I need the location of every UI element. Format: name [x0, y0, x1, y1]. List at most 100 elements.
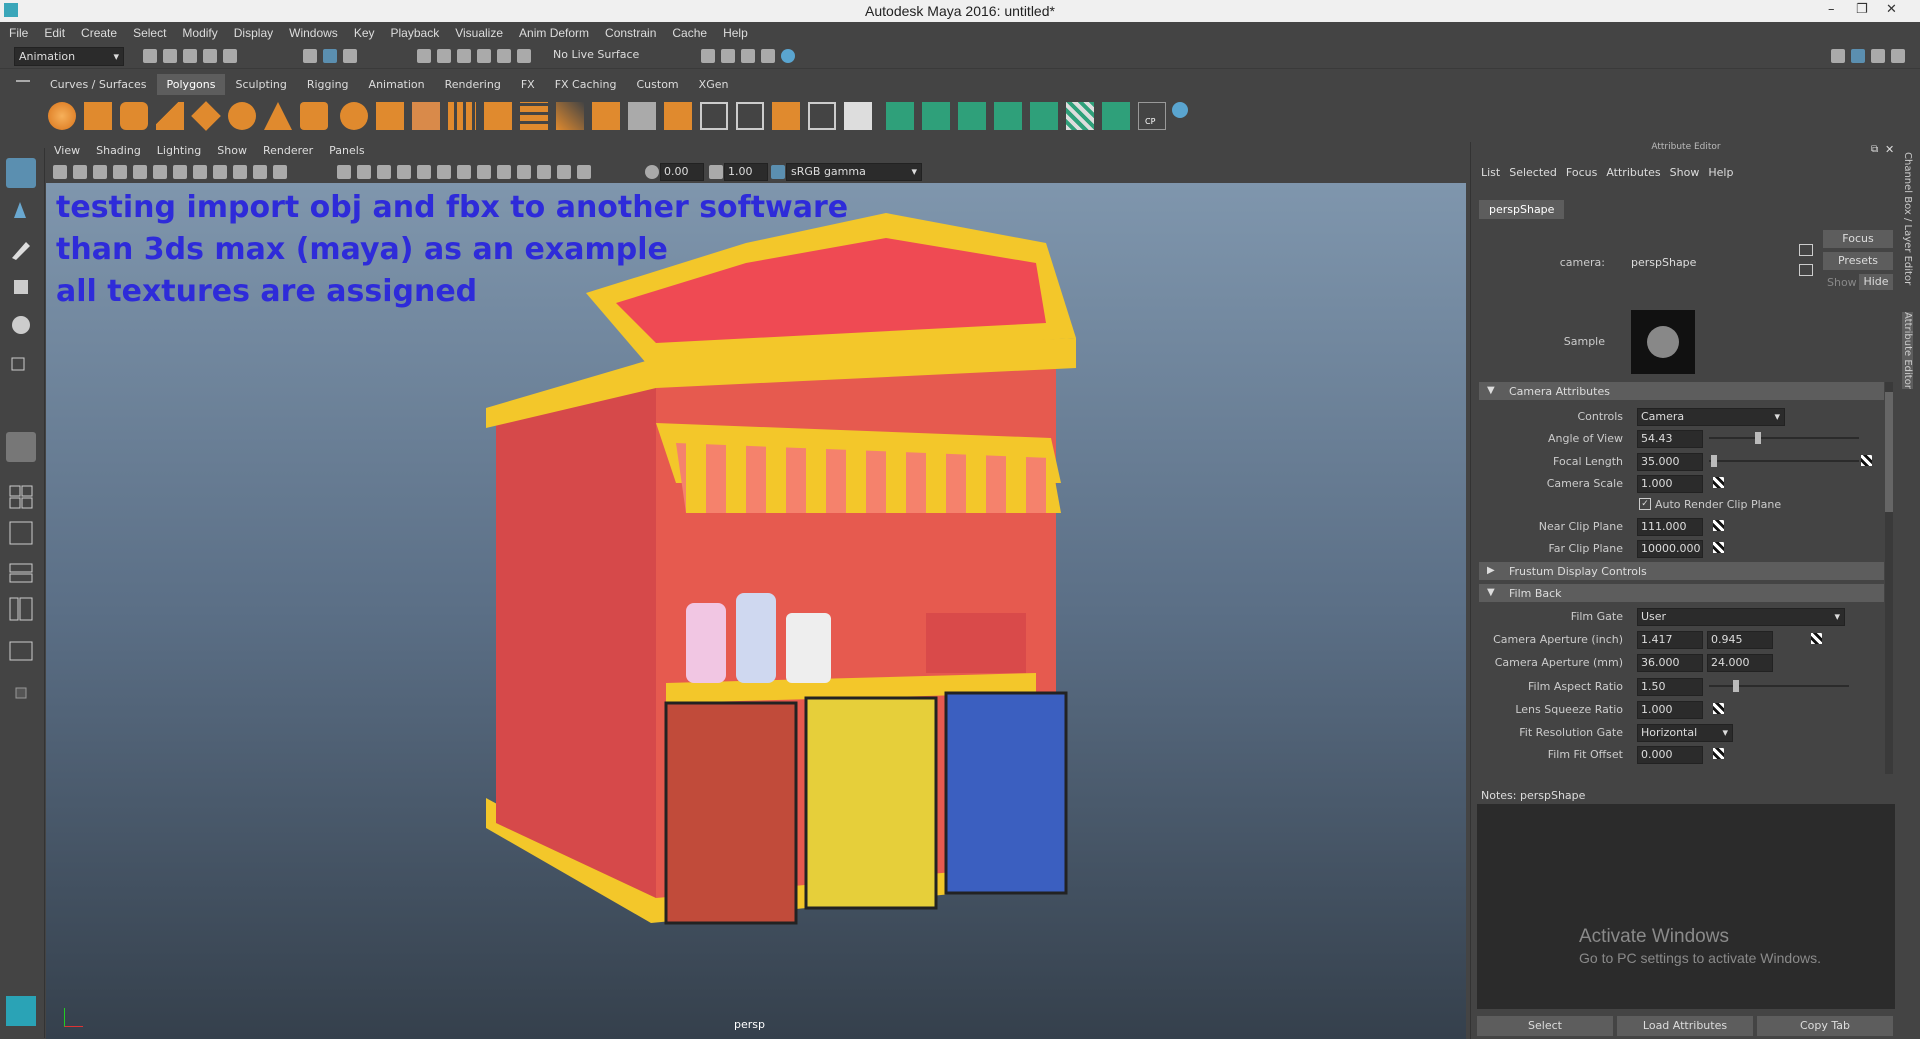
angle-of-view-slider-thumb[interactable]: [1755, 432, 1761, 444]
custom-layout-icon[interactable]: [6, 678, 36, 708]
ae-menu-selected[interactable]: Selected: [1509, 166, 1566, 179]
focal-length-slider[interactable]: [1709, 460, 1859, 462]
undo-icon[interactable]: [203, 49, 217, 63]
camera-scale-map-button[interactable]: [1713, 477, 1724, 488]
far-clip-map-button[interactable]: [1713, 542, 1724, 553]
focal-length-field[interactable]: 35.000: [1637, 453, 1703, 471]
cylindrical-uv-icon[interactable]: [922, 102, 950, 130]
render-frame-icon[interactable]: [721, 49, 735, 63]
automatic-uv-icon[interactable]: [994, 102, 1022, 130]
move-tool-icon[interactable]: [6, 272, 36, 302]
menu-select[interactable]: Select: [124, 22, 173, 40]
viewport-menu-panels[interactable]: Panels: [321, 142, 372, 157]
snap-view-icon[interactable]: [477, 49, 491, 63]
focus-output-icon[interactable]: [1799, 264, 1813, 276]
snap-point-icon[interactable]: [457, 49, 471, 63]
snap-live-icon[interactable]: [517, 49, 531, 63]
tab-rigging[interactable]: Rigging: [297, 74, 359, 95]
menu-anim-deform[interactable]: Anim Deform: [510, 22, 596, 40]
select-tool-icon[interactable]: [6, 158, 36, 188]
ae-menu-focus[interactable]: Focus: [1566, 166, 1606, 179]
copy-tab-button[interactable]: Copy Tab: [1757, 1016, 1893, 1036]
tab-sculpting[interactable]: Sculpting: [225, 74, 296, 95]
bool-difference-icon[interactable]: [520, 102, 548, 130]
save-scene-icon[interactable]: [183, 49, 197, 63]
tab-xgen[interactable]: XGen: [689, 74, 739, 95]
bookmark-icon[interactable]: [93, 165, 107, 179]
image-plane-icon[interactable]: [113, 165, 127, 179]
menu-display[interactable]: Display: [225, 22, 280, 40]
notes-textarea[interactable]: [1477, 804, 1895, 1009]
tool-settings-icon[interactable]: [1871, 49, 1885, 63]
render-settings-icon[interactable]: [761, 49, 775, 63]
section-camera-attributes[interactable]: ▼ Camera Attributes: [1479, 382, 1884, 400]
fill-hole-icon[interactable]: [808, 102, 836, 130]
camera-attributes-icon[interactable]: [73, 165, 87, 179]
viewport-persp[interactable]: testing import obj and fbx to another so…: [46, 183, 1466, 1039]
script-editor-layout-icon[interactable]: [6, 636, 36, 666]
spherical-uv-icon[interactable]: [958, 102, 986, 130]
resolution-gate-icon[interactable]: [213, 165, 227, 179]
planar-uv-icon[interactable]: [886, 102, 914, 130]
aperture-mm-height-field[interactable]: 24.000: [1707, 654, 1773, 672]
section-frustum-display-controls[interactable]: ▶ Frustum Display Controls: [1479, 562, 1884, 580]
film-gate-dropdown[interactable]: User ▾: [1637, 608, 1845, 626]
menu-help[interactable]: Help: [714, 22, 755, 40]
menu-file[interactable]: File: [0, 22, 35, 40]
smooth-shade-icon[interactable]: [357, 165, 371, 179]
film-fit-offset-field[interactable]: 0.000: [1637, 746, 1703, 764]
bool-intersect-icon[interactable]: [556, 102, 584, 130]
mirror-icon[interactable]: [592, 102, 620, 130]
poly-prism-icon[interactable]: [264, 102, 292, 130]
snap-grid-icon[interactable]: [417, 49, 431, 63]
camera-scale-field[interactable]: 1.000: [1637, 475, 1703, 493]
tab-perspshape[interactable]: perspShape: [1479, 200, 1565, 219]
safe-action-icon[interactable]: [273, 165, 287, 179]
select-object-icon[interactable]: [323, 49, 337, 63]
float-panel-icon[interactable]: ⧉: [1871, 144, 1878, 155]
film-aspect-slider[interactable]: [1709, 685, 1849, 687]
ipr-render-icon[interactable]: [741, 49, 755, 63]
angle-of-view-field[interactable]: 54.43: [1637, 430, 1703, 448]
bridge-icon[interactable]: [664, 102, 692, 130]
wireframe-icon[interactable]: [337, 165, 351, 179]
film-aspect-slider-thumb[interactable]: [1733, 680, 1739, 692]
show-button[interactable]: Show: [1827, 276, 1857, 289]
poly-cube-icon[interactable]: [84, 102, 112, 130]
fit-resolution-gate-dropdown[interactable]: Horizontal ▾: [1637, 724, 1733, 742]
two-d-pan-icon[interactable]: [133, 165, 147, 179]
menu-playback[interactable]: Playback: [382, 22, 447, 40]
ae-menu-list[interactable]: List: [1481, 166, 1509, 179]
hypershade-icon[interactable]: [781, 49, 795, 63]
gamma-icon[interactable]: [709, 165, 723, 179]
poly-pipe-icon[interactable]: [300, 102, 328, 130]
wireframe-on-shaded-icon[interactable]: [377, 165, 391, 179]
load-attributes-button[interactable]: Load Attributes: [1617, 1016, 1753, 1036]
shadows-icon[interactable]: [437, 165, 451, 179]
ambient-occlusion-icon[interactable]: [457, 165, 471, 179]
color-management-icon[interactable]: [771, 165, 785, 179]
focus-button[interactable]: Focus: [1823, 230, 1893, 248]
near-clip-map-button[interactable]: [1713, 520, 1724, 531]
tab-animation[interactable]: Animation: [359, 74, 435, 95]
hide-button[interactable]: Hide: [1859, 274, 1893, 290]
exposure-icon[interactable]: [645, 165, 659, 179]
append-to-poly-icon[interactable]: [736, 102, 764, 130]
select-hierarchy-icon[interactable]: [303, 49, 317, 63]
viewport-menu-renderer[interactable]: Renderer: [255, 142, 321, 157]
viewport-menu-view[interactable]: View: [46, 142, 88, 157]
persp-graph-layout-icon[interactable]: [6, 558, 36, 588]
tab-rendering[interactable]: Rendering: [435, 74, 511, 95]
xray-icon[interactable]: [537, 165, 551, 179]
tab-fx[interactable]: FX: [511, 74, 545, 95]
menu-set-dropdown[interactable]: Animation ▾: [14, 47, 124, 66]
new-scene-icon[interactable]: [143, 49, 157, 63]
xray-joints-icon[interactable]: [557, 165, 571, 179]
menu-constrain[interactable]: Constrain: [596, 22, 663, 40]
menu-windows[interactable]: Windows: [280, 22, 345, 40]
tab-custom[interactable]: Custom: [627, 74, 689, 95]
menu-visualize[interactable]: Visualize: [446, 22, 510, 40]
restore-button[interactable]: ❐: [1856, 2, 1868, 17]
persp-outliner-layout-icon[interactable]: [6, 518, 36, 548]
minimize-button[interactable]: –: [1828, 2, 1835, 17]
